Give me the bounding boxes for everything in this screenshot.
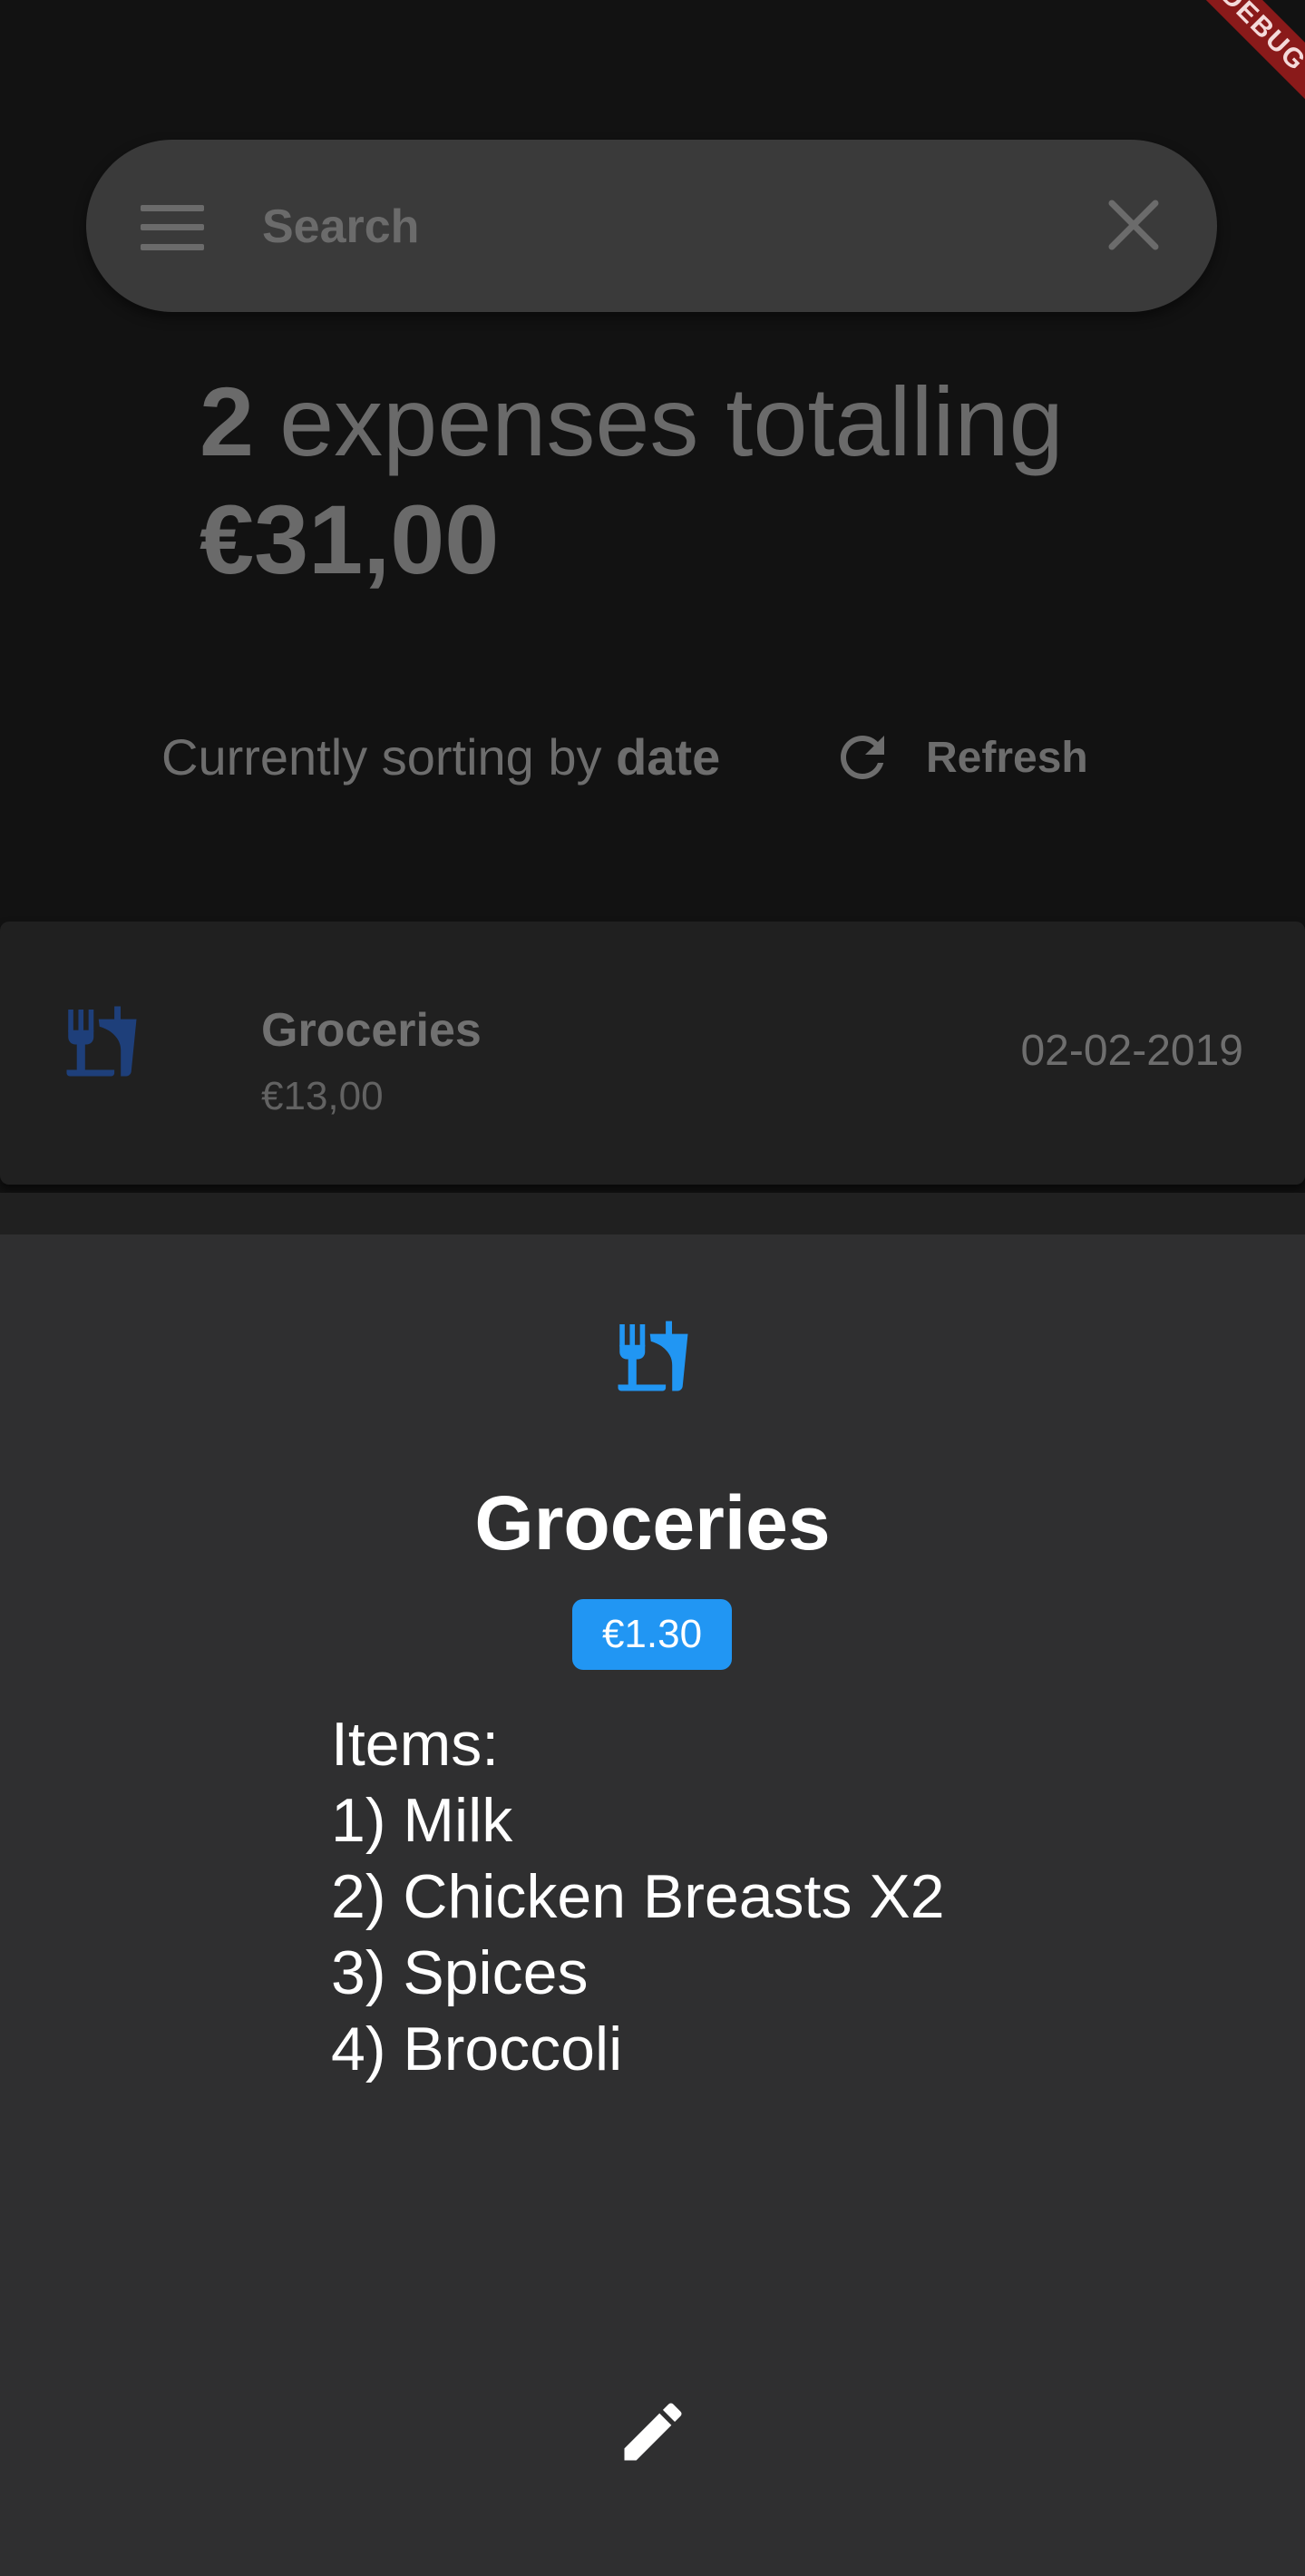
expense-total: €31,00	[200, 484, 500, 594]
expense-name: Groceries	[261, 1004, 482, 1057]
summary-text: expenses totalling	[279, 366, 1064, 476]
detail-title: Groceries	[474, 1480, 831, 1566]
expense-summary: 2 expenses totalling €31,00	[200, 363, 1064, 599]
debug-banner: DEBUG	[1187, 0, 1305, 118]
fork-and-drink-icon	[615, 1318, 691, 1399]
detail-notes: Items: 1) Milk 2) Chicken Breasts X2 3) …	[331, 1706, 945, 2087]
notes-heading: Items:	[331, 1710, 500, 1779]
expense-amount: €13,00	[261, 1074, 384, 1118]
sort-key: date	[616, 728, 721, 785]
notes-item: 3) Spices	[331, 1938, 589, 2007]
expense-list-item[interactable]: Groceries €13,00 02-02-2019	[0, 922, 1305, 1185]
price-badge: €1.30	[572, 1599, 732, 1670]
notes-item: 4) Broccoli	[331, 2015, 623, 2083]
sort-indicator[interactable]: Currently sorting by date	[161, 721, 720, 794]
expenses-header-area: DEBUG 2expenses totalling €31,00 Current…	[0, 0, 1305, 922]
expense-detail-sheet: Groceries €1.30 Items: 1) Milk 2) Chicke…	[0, 1234, 1305, 2576]
pencil-icon[interactable]	[615, 2394, 691, 2474]
refresh-button[interactable]: Refresh	[830, 721, 1088, 794]
fork-and-drink-icon	[63, 1003, 140, 1084]
close-icon[interactable]	[1105, 196, 1163, 254]
refresh-icon	[841, 736, 884, 779]
notes-item: 2) Chicken Breasts X2	[331, 1862, 945, 1931]
refresh-label: Refresh	[926, 733, 1088, 782]
expense-date: 02-02-2019	[1020, 1027, 1243, 1075]
search-bar[interactable]	[86, 140, 1217, 312]
notes-item: 1) Milk	[331, 1786, 513, 1855]
expense-count: 2	[200, 366, 255, 476]
debug-banner-label: DEBUG	[1187, 0, 1305, 118]
search-input[interactable]	[260, 190, 989, 264]
sort-prefix: Currently sorting by	[161, 728, 602, 785]
menu-icon[interactable]	[141, 205, 204, 250]
